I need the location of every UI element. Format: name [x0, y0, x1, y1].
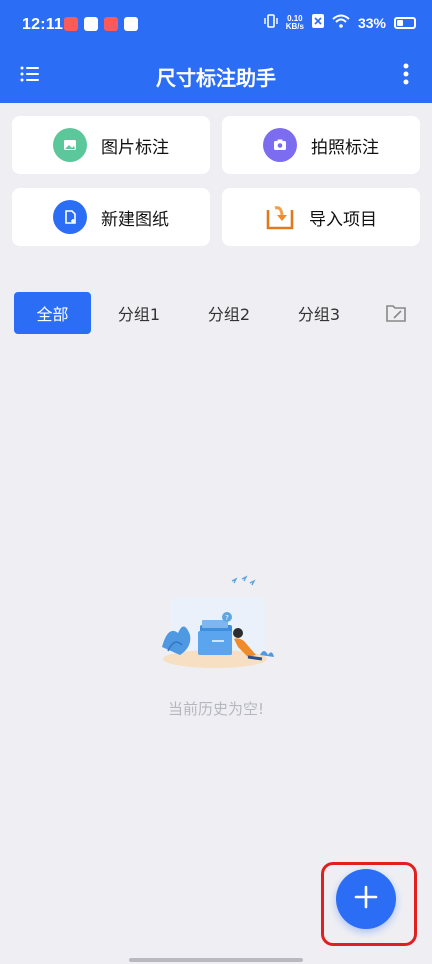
sim-icon [311, 14, 324, 31]
empty-state-message: 当前历史为空! [167, 700, 264, 718]
net-speed-unit: KB/s [285, 21, 304, 31]
status-time: 12:11 [22, 16, 64, 33]
page-title: 尺寸标注助手 [156, 66, 276, 90]
photo-annotation-button[interactable]: 拍照标注 [222, 116, 420, 174]
tab-group-3[interactable]: 分组3 [286, 292, 352, 334]
more-options-icon[interactable] [402, 62, 410, 86]
home-indicator[interactable] [129, 958, 303, 962]
net-speed: 0.10 KB/s [285, 14, 304, 31]
tab-group-2[interactable]: 分组2 [196, 292, 262, 334]
status-bar: 12:11 0.10 KB/s 33% [0, 0, 432, 50]
notification-icon [124, 17, 138, 31]
wifi-icon [332, 14, 350, 31]
action-label: 新建图纸 [101, 209, 169, 230]
camera-icon [263, 128, 297, 162]
app-bar: 尺寸标注助手 [0, 50, 432, 103]
tab-group-1[interactable]: 分组1 [106, 292, 172, 334]
new-file-icon [53, 200, 87, 234]
folder-edit-icon[interactable] [384, 301, 408, 325]
notification-icons [64, 17, 138, 31]
new-drawing-button[interactable]: 新建图纸 [12, 188, 210, 246]
image-icon [53, 128, 87, 162]
tab-all[interactable]: 全部 [14, 292, 91, 334]
battery-percent: 33% [357, 14, 386, 31]
action-label: 拍照标注 [311, 137, 379, 158]
vibrate-icon [264, 14, 278, 31]
import-icon [265, 202, 295, 232]
svg-text:?: ? [225, 614, 229, 622]
battery-icon [394, 16, 416, 29]
action-label: 导入项目 [309, 209, 377, 230]
add-button[interactable] [336, 869, 396, 929]
status-right: 0.10 KB/s 33% [264, 14, 416, 31]
image-annotation-button[interactable]: 图片标注 [12, 116, 210, 174]
top-bar: 12:11 0.10 KB/s 33% 尺寸标注助手 [0, 0, 432, 103]
empty-illustration: ? [150, 575, 280, 675]
notification-icon [84, 17, 98, 31]
notification-icon [64, 17, 78, 31]
group-tabs: 全部 分组1 分组2 分组3 [14, 292, 418, 334]
import-project-button[interactable]: 导入项目 [222, 188, 420, 246]
notification-icon [104, 17, 118, 31]
action-label: 图片标注 [101, 137, 169, 158]
plus-icon [354, 885, 378, 913]
